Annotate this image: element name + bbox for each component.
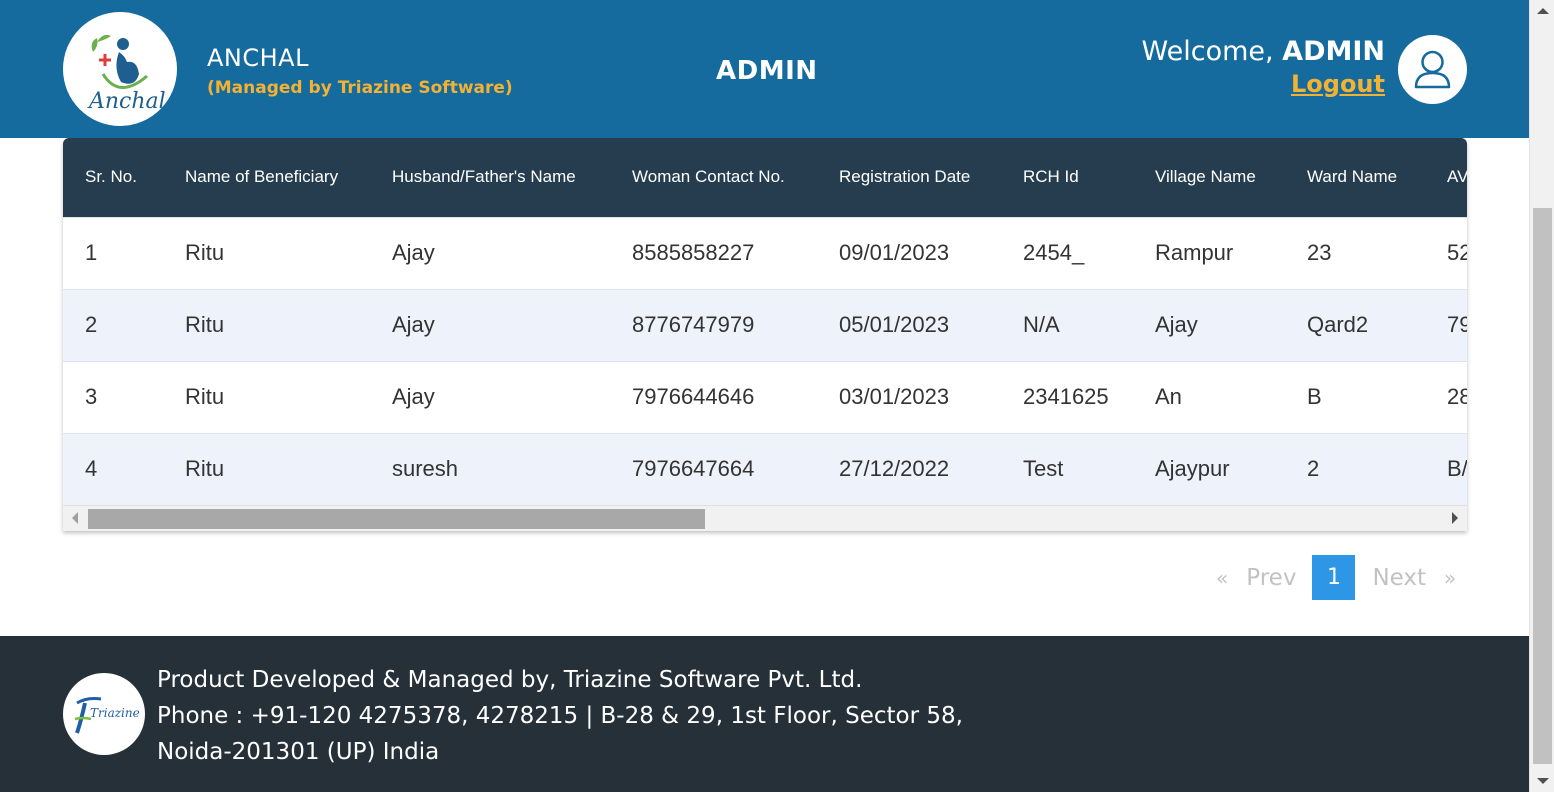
cell-registration-date: 09/01/2023: [839, 240, 950, 265]
welcome-user: ADMIN: [1282, 36, 1385, 67]
horizontal-scroll-thumb[interactable]: [88, 509, 705, 529]
vertical-scroll-thumb[interactable]: [1533, 208, 1552, 764]
col-registration-date[interactable]: Registration Date: [839, 138, 1023, 217]
col-ward-name[interactable]: Ward Name: [1307, 138, 1447, 217]
cell-sr-no: 2: [85, 312, 98, 337]
cell-village: Ajay: [1155, 312, 1198, 337]
page-first-button[interactable]: «: [1216, 566, 1228, 590]
cell-sr-no: 3: [85, 384, 98, 409]
cell-registration-date: 27/12/2022: [839, 456, 950, 482]
pagination: « Prev 1 Next »: [1210, 555, 1456, 600]
scroll-up-arrow-icon[interactable]: [1537, 8, 1549, 14]
anchal-logo[interactable]: Anchal: [63, 12, 177, 126]
cell-registration-date: 03/01/2023: [839, 384, 950, 409]
cell-ward: 2: [1307, 456, 1320, 482]
user-avatar[interactable]: [1398, 35, 1467, 104]
cell-contact: 8776747979: [632, 312, 755, 337]
col-sr-no[interactable]: Sr. No.: [63, 138, 185, 217]
cell-village: Rampur: [1155, 240, 1234, 265]
triazine-logo: Triazine: [63, 673, 145, 755]
footer-line-contact: Phone : +91-120 4275378, 4278215 | B-28 …: [157, 703, 963, 765]
welcome-prefix: Welcome,: [1141, 36, 1283, 67]
cell-sr-no: 1: [85, 240, 98, 265]
cell-ward: Qard2: [1307, 312, 1369, 337]
table-row[interactable]: 3 Ritu Ajay 7976644646 03/01/2023 234162…: [63, 361, 1467, 433]
cell-rch-id: Test: [1023, 456, 1064, 482]
app-footer: Triazine Product Developed & Managed by,…: [0, 636, 1529, 792]
horizontal-scrollbar[interactable]: [63, 505, 1467, 531]
cell-beneficiary-name: Ritu: [185, 240, 225, 265]
footer-logo-text: Triazine: [90, 706, 140, 720]
cell-beneficiary-name: Ritu: [185, 312, 225, 337]
beneficiary-table-card: Sr. No. Name of Beneficiary Husband/Fath…: [63, 138, 1467, 531]
cell-contact: 7976647664: [632, 456, 755, 482]
cell-rch-id: 2454_: [1023, 240, 1085, 265]
footer-line-company: Product Developed & Managed by, Triazine…: [157, 667, 863, 693]
page-prev-button[interactable]: Prev: [1246, 565, 1296, 591]
table-header-row: Sr. No. Name of Beneficiary Husband/Fath…: [63, 138, 1467, 217]
anchal-logo-icon: Anchal: [87, 34, 166, 114]
cell-aw: B/: [1447, 456, 1467, 482]
cell-ward: B: [1307, 384, 1322, 409]
col-husband-father-name[interactable]: Husband/Father's Name: [392, 138, 632, 217]
cell-husband-father-name: Ajay: [392, 384, 435, 409]
footer-text: Product Developed & Managed by, Triazine…: [157, 662, 977, 770]
cell-village: Ajaypur: [1155, 456, 1230, 482]
page-current-button[interactable]: 1: [1312, 555, 1356, 600]
cell-ward: 23: [1307, 240, 1332, 265]
col-village-name[interactable]: Village Name: [1155, 138, 1307, 217]
vertical-scrollbar[interactable]: [1529, 0, 1554, 792]
page-next-button[interactable]: Next: [1372, 565, 1426, 591]
col-woman-contact[interactable]: Woman Contact No.: [632, 138, 839, 217]
cell-rch-id: N/A: [1023, 312, 1060, 337]
cell-aw: 79: [1447, 312, 1467, 337]
col-rch-id[interactable]: RCH Id: [1023, 138, 1155, 217]
table-row[interactable]: 4 Ritu suresh 7976647664 27/12/2022 Test…: [63, 433, 1467, 505]
brand-name: ANCHAL: [207, 44, 309, 72]
scroll-right-arrow-icon[interactable]: [1452, 512, 1458, 524]
cell-contact: 8585858227: [632, 240, 755, 265]
page-last-button[interactable]: »: [1444, 566, 1456, 590]
brand-subtitle: (Managed by Triazine Software): [207, 78, 513, 98]
scroll-down-arrow-icon[interactable]: [1537, 778, 1549, 784]
cell-village: An: [1155, 384, 1182, 409]
triazine-logo-icon: Triazine: [74, 697, 140, 734]
cell-beneficiary-name: Ritu: [185, 456, 225, 482]
table-viewport: Sr. No. Name of Beneficiary Husband/Fath…: [63, 138, 1467, 505]
table-row[interactable]: 2 Ritu Ajay 8776747979 05/01/2023 N/A Aj…: [63, 289, 1467, 361]
beneficiary-table: Sr. No. Name of Beneficiary Husband/Fath…: [63, 138, 1467, 505]
cell-rch-id: 2341625: [1023, 384, 1109, 409]
cell-contact: 7976644646: [632, 384, 755, 409]
page-title: ADMIN: [716, 56, 818, 86]
cell-husband-father-name: Ajay: [392, 240, 435, 265]
col-beneficiary-name[interactable]: Name of Beneficiary: [185, 138, 392, 217]
col-aw[interactable]: AV: [1447, 138, 1467, 217]
cell-aw: 52: [1447, 240, 1467, 265]
app-header: Anchal ANCHAL (Managed by Triazine Softw…: [0, 0, 1529, 138]
cell-registration-date: 05/01/2023: [839, 312, 950, 337]
cell-sr-no: 4: [85, 456, 98, 482]
cell-beneficiary-name: Ritu: [185, 384, 225, 409]
table-row[interactable]: 1 Ritu Ajay 8585858227 09/01/2023 2454_ …: [63, 217, 1467, 289]
scroll-left-arrow-icon[interactable]: [72, 512, 78, 524]
user-icon: [1414, 50, 1451, 89]
logo-text: Anchal: [87, 89, 166, 114]
cell-husband-father-name: suresh: [392, 456, 459, 482]
logout-link[interactable]: Logout: [1291, 70, 1385, 98]
cell-aw: 28: [1447, 384, 1467, 409]
welcome-text: Welcome, ADMIN: [1142, 36, 1386, 67]
cell-husband-father-name: Ajay: [392, 312, 435, 337]
